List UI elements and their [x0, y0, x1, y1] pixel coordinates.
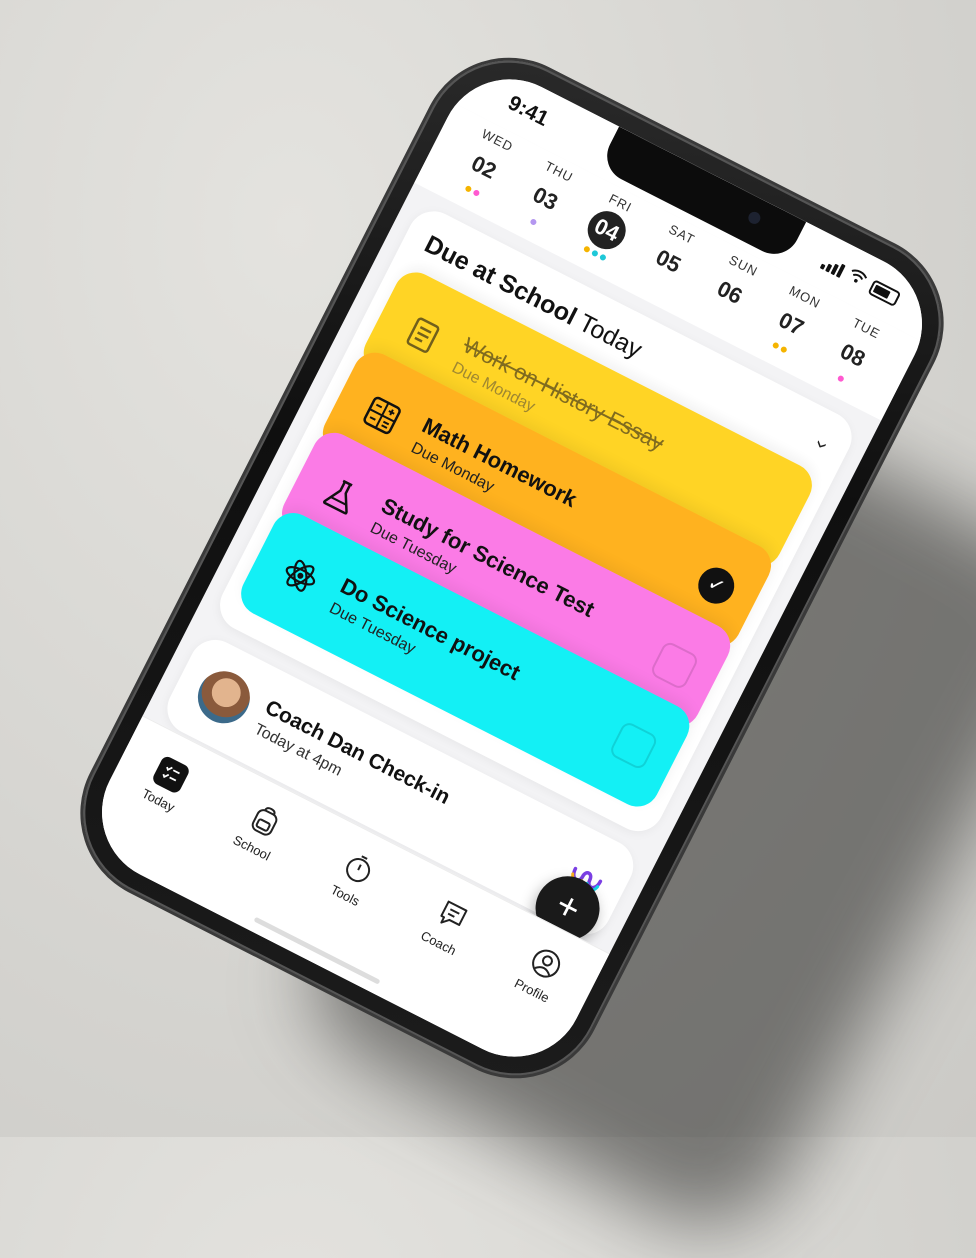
- task-dot: [598, 253, 607, 262]
- tab-school[interactable]: School: [217, 791, 303, 870]
- task-dot: [779, 345, 788, 354]
- flask-icon: [308, 462, 375, 529]
- tab-profile[interactable]: Profile: [497, 934, 583, 1013]
- tab-coach[interactable]: Coach: [404, 887, 490, 966]
- task-dot: [590, 249, 599, 258]
- status-time: 9:41: [504, 91, 553, 131]
- coach-avatar: [188, 662, 259, 733]
- scene: 9:41 WED 02 THU 03 FRI 04 SAT 05 SUN 06 MON 07 TUE 08…: [0, 0, 976, 1258]
- task-dot: [836, 374, 845, 383]
- signal-icon: [819, 255, 846, 278]
- task-dot: [529, 217, 538, 227]
- wifi-icon: [845, 266, 870, 291]
- task-dot: [463, 184, 472, 193]
- tab-today[interactable]: Today: [124, 744, 210, 823]
- camera: [746, 209, 763, 226]
- scroll-icon: [389, 302, 456, 369]
- battery-icon: [867, 278, 902, 307]
- tab-tools[interactable]: Tools: [311, 839, 397, 918]
- task-dot: [582, 245, 591, 254]
- calculator-icon: [348, 382, 415, 449]
- chevron-down-icon[interactable]: ›: [809, 436, 836, 454]
- task-dot: [771, 341, 780, 350]
- task-dot: [471, 188, 480, 197]
- atom-icon: [267, 542, 334, 609]
- checklist-icon: [151, 754, 192, 796]
